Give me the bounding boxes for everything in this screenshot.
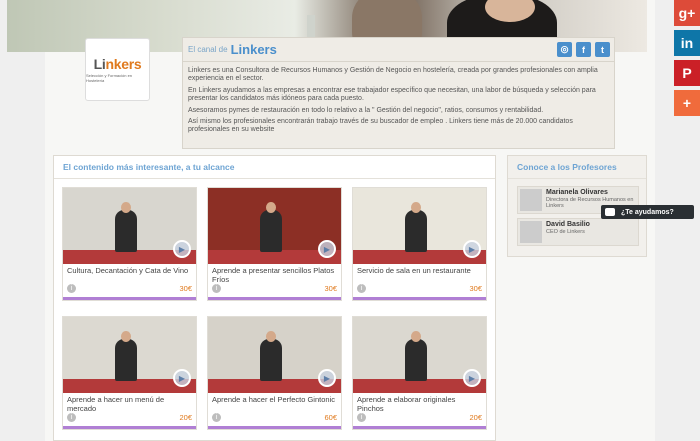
thumbnail-presenter <box>405 210 427 252</box>
social-share-bar: g+ in P + <box>674 0 700 120</box>
professors-panel-title: Conoce a los Profesores <box>508 156 646 179</box>
professor-name: Marianela Olivares <box>546 189 608 196</box>
course-title[interactable]: Servicio de sala en un restaurante <box>357 266 484 276</box>
thumbnail-presenter-head <box>266 331 276 342</box>
logo-subtitle: Selección y Formación en Hostelería <box>86 73 133 83</box>
thumbnail-presenter <box>405 339 427 381</box>
course-card[interactable]: ▶ Aprende a hacer el Perfecto Gintonic i 60… <box>207 316 342 430</box>
professor-avatar <box>520 189 542 211</box>
course-title[interactable]: Aprende a hacer el Perfecto Gintonic <box>212 395 339 405</box>
card-accent-bar <box>208 297 341 300</box>
info-icon[interactable]: i <box>67 413 76 422</box>
info-icon[interactable]: i <box>212 413 221 422</box>
channel-paragraph: Linkers es una Consultora de Recursos Hu… <box>188 67 598 83</box>
course-price: 60€ <box>324 413 337 422</box>
course-title[interactable]: Cultura, Decantación y Cata de Vino <box>67 266 194 276</box>
thumbnail-presenter-head <box>266 202 276 213</box>
course-price: 30€ <box>469 284 482 293</box>
channel-description-box: El canal de Linkers ◎ f t Linkers es una… <box>182 37 615 149</box>
info-icon[interactable]: i <box>212 284 221 293</box>
plus-icon[interactable]: + <box>674 90 700 116</box>
thumbnail-presenter <box>260 339 282 381</box>
help-chat-button[interactable]: ¿Te ayudamos? <box>601 205 694 219</box>
card-accent-bar <box>353 426 486 429</box>
channel-brand: Linkers <box>230 42 277 57</box>
linkedin-icon[interactable]: in <box>674 30 700 56</box>
channel-logo[interactable]: Linkers Selección y Formación en Hostele… <box>85 38 150 101</box>
card-accent-bar <box>63 297 196 300</box>
content-panel-title: El contenido más interesante, a tu alcan… <box>54 156 495 179</box>
facebook-icon[interactable]: f <box>576 42 591 57</box>
help-chat-label: ¿Te ayudamos? <box>621 208 674 216</box>
course-title[interactable]: Aprende a hacer un menú de mercado <box>67 395 194 414</box>
thumbnail-presenter-head <box>411 202 421 213</box>
course-title[interactable]: Aprende a elaborar originales Pinchos <box>357 395 484 414</box>
card-accent-bar <box>63 426 196 429</box>
twitter-icon[interactable]: t <box>595 42 610 57</box>
logo-letters-b: nkers <box>105 56 142 72</box>
professor-role: CEO de Linkers <box>546 229 585 235</box>
card-accent-bar <box>353 297 486 300</box>
play-icon[interactable]: ▶ <box>318 369 336 387</box>
course-card[interactable]: ▶ Cultura, Decantación y Cata de Vino i 30€ <box>62 187 197 301</box>
professor-name: David Basilio <box>546 221 590 228</box>
thumbnail-presenter-head <box>411 331 421 342</box>
play-icon[interactable]: ▶ <box>173 240 191 258</box>
info-icon[interactable]: i <box>67 284 76 293</box>
channel-paragraph: Asesoramos pymes de restauración en todo… <box>188 106 544 114</box>
channel-prefix: El canal de <box>188 45 228 54</box>
play-icon[interactable]: ▶ <box>463 369 481 387</box>
info-icon[interactable]: i <box>357 413 366 422</box>
course-price: 20€ <box>179 413 192 422</box>
course-price: 20€ <box>469 413 482 422</box>
course-card[interactable]: ▶ Servicio de sala en un restaurante i 30€ <box>352 187 487 301</box>
thumbnail-presenter-head <box>121 331 131 342</box>
course-card[interactable]: ▶ Aprende a elaborar originales Pinchos i 2… <box>352 316 487 430</box>
channel-header: El canal de Linkers <box>183 38 614 62</box>
website-icon[interactable]: ◎ <box>557 42 572 57</box>
thumbnail-presenter <box>115 339 137 381</box>
content-panel: El contenido más interesante, a tu alcan… <box>53 155 496 441</box>
channel-paragraph: En Linkers ayudamos a las empresas a enc… <box>188 86 596 103</box>
course-card[interactable]: ▶ Aprende a presentar sencillos Platos Fr… <box>207 187 342 301</box>
logo-letters-a: Li <box>93 56 106 72</box>
pinterest-icon[interactable]: P <box>674 60 700 86</box>
course-title[interactable]: Aprende a presentar sencillos Platos Frí… <box>212 266 339 285</box>
info-icon[interactable]: i <box>357 284 366 293</box>
play-icon[interactable]: ▶ <box>173 369 191 387</box>
course-card[interactable]: ▶ Aprende a hacer un menú de mercado i 20€ <box>62 316 197 430</box>
thumbnail-presenter <box>115 210 137 252</box>
channel-text: Linkers es una Consultora de Recursos Hu… <box>183 62 614 135</box>
play-icon[interactable]: ▶ <box>318 240 336 258</box>
google-plus-icon[interactable]: g+ <box>674 0 700 26</box>
professor-item[interactable]: David Basilio CEO de Linkers <box>517 218 639 246</box>
chat-bubble-icon <box>605 208 615 216</box>
thumbnail-presenter-head <box>121 202 131 213</box>
card-accent-bar <box>208 426 341 429</box>
logo-wordmark: Linkers <box>94 56 142 72</box>
course-price: 30€ <box>179 284 192 293</box>
channel-link-icons: ◎ f t <box>557 42 610 57</box>
course-price: 30€ <box>324 284 337 293</box>
play-icon[interactable]: ▶ <box>463 240 481 258</box>
channel-paragraph: Así mismo los profesionales encontrarán … <box>188 118 573 134</box>
professor-avatar <box>520 221 542 243</box>
thumbnail-presenter <box>260 210 282 252</box>
